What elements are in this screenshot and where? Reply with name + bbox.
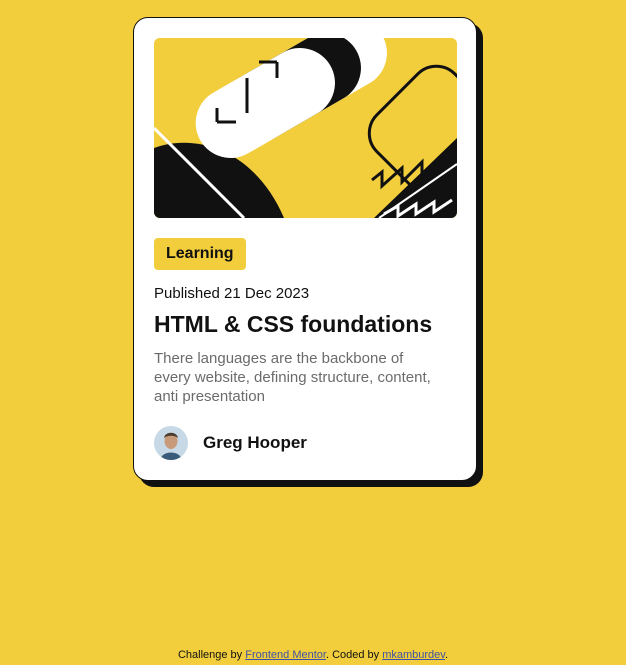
avatar-icon xyxy=(154,426,188,460)
published-date: Published 21 Dec 2023 xyxy=(154,285,310,302)
blog-preview-card: Learning Published 21 Dec 2023 HTML & CS… xyxy=(133,17,477,481)
card-description: There languages are the backbone of ever… xyxy=(154,350,431,405)
card-illustration xyxy=(154,38,457,218)
footer-suffix: . xyxy=(444,649,449,661)
footer-middle: . Coded by xyxy=(325,649,383,661)
attribution-footer: Challenge by Frontend Mentor. Coded by m… xyxy=(0,649,626,661)
card-title[interactable]: HTML & CSS foundations xyxy=(154,311,432,338)
author-profile-link[interactable]: mkamburdev xyxy=(382,649,445,661)
author: Greg Hooper xyxy=(154,426,307,460)
author-name: Greg Hooper xyxy=(203,433,307,452)
frontend-mentor-link[interactable]: Frontend Mentor xyxy=(245,649,326,661)
footer-prefix: Challenge by xyxy=(177,649,246,661)
category-badge[interactable]: Learning xyxy=(154,238,246,270)
